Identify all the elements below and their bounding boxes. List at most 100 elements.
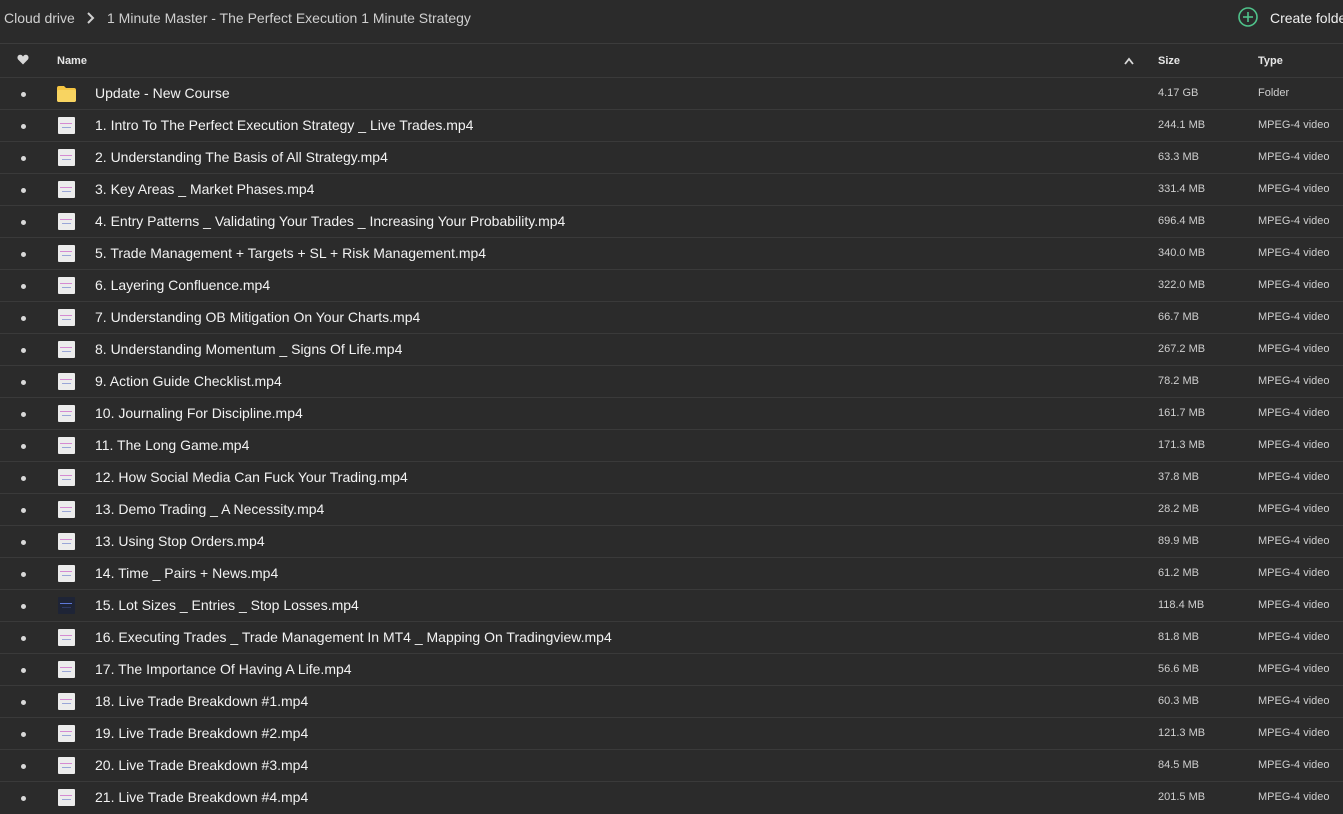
file-type: MPEG-4 video	[1258, 759, 1330, 771]
file-type: MPEG-4 video	[1258, 215, 1330, 227]
file-type: MPEG-4 video	[1258, 247, 1330, 259]
plus-circle-icon	[1238, 7, 1258, 27]
breadcrumb-root[interactable]: Cloud drive	[4, 10, 75, 26]
video-thumbnail-icon	[58, 149, 75, 166]
video-thumbnail-icon	[58, 341, 75, 358]
file-name[interactable]: 8. Understanding Momentum _ Signs Of Lif…	[95, 341, 402, 357]
row-marker-icon	[21, 412, 26, 417]
row-marker-icon	[21, 348, 26, 353]
file-name[interactable]: 20. Live Trade Breakdown #3.mp4	[95, 757, 308, 773]
file-name[interactable]: Update - New Course	[95, 85, 230, 101]
row-marker-icon	[21, 220, 26, 225]
table-row[interactable]: 13. Using Stop Orders.mp4 89.9 MB MPEG-4 v…	[0, 525, 1343, 558]
table-row[interactable]: 16. Executing Trades _ Trade Management …	[0, 621, 1343, 654]
video-thumbnail-icon	[58, 469, 75, 486]
table-row[interactable]: 5. Trade Management + Targets + SL + Ris…	[0, 237, 1343, 270]
table-row[interactable]: 12. How Social Media Can Fuck Your Tradi…	[0, 461, 1343, 494]
sort-ascending-icon[interactable]	[1124, 57, 1134, 65]
table-row[interactable]: 15. Lot Sizes _ Entries _ Stop Losses.mp…	[0, 589, 1343, 622]
file-name[interactable]: 12. How Social Media Can Fuck Your Tradi…	[95, 469, 408, 485]
file-name[interactable]: 17. The Importance Of Having A Life.mp4	[95, 661, 352, 677]
table-row[interactable]: 8. Understanding Momentum _ Signs Of Lif…	[0, 333, 1343, 366]
table-row[interactable]: 7. Understanding OB Mitigation On Your C…	[0, 301, 1343, 334]
file-type: MPEG-4 video	[1258, 119, 1330, 131]
video-thumbnail-icon	[58, 725, 75, 742]
column-header-name[interactable]: Name	[57, 55, 87, 67]
video-thumbnail-icon	[58, 565, 75, 582]
breadcrumb-current[interactable]: 1 Minute Master - The Perfect Execution …	[107, 10, 471, 26]
file-type: MPEG-4 video	[1258, 663, 1330, 675]
file-name[interactable]: 11. The Long Game.mp4	[95, 437, 249, 453]
video-thumbnail-icon	[58, 789, 75, 806]
table-row[interactable]: 1. Intro To The Perfect Execution Strate…	[0, 109, 1343, 142]
column-header-size[interactable]: Size	[1158, 55, 1180, 67]
file-type: MPEG-4 video	[1258, 343, 1330, 355]
file-name[interactable]: 2. Understanding The Basis of All Strate…	[95, 149, 388, 165]
row-marker-icon	[21, 156, 26, 161]
row-marker-icon	[21, 92, 26, 97]
file-size: 84.5 MB	[1158, 759, 1199, 771]
top-bar: Cloud drive 1 Minute Master - The Perfec…	[0, 0, 1343, 36]
file-name[interactable]: 18. Live Trade Breakdown #1.mp4	[95, 693, 308, 709]
table-row[interactable]: 3. Key Areas _ Market Phases.mp4 331.4 MB…	[0, 173, 1343, 206]
file-type: MPEG-4 video	[1258, 727, 1330, 739]
table-row[interactable]: 21. Live Trade Breakdown #4.mp4 201.5 MB M…	[0, 781, 1343, 814]
file-name[interactable]: 5. Trade Management + Targets + SL + Ris…	[95, 245, 486, 261]
file-name[interactable]: 21. Live Trade Breakdown #4.mp4	[95, 789, 308, 805]
row-marker-icon	[21, 476, 26, 481]
file-name[interactable]: 4. Entry Patterns _ Validating Your Trad…	[95, 213, 565, 229]
file-name[interactable]: 9. Action Guide Checklist.mp4	[95, 373, 282, 389]
row-marker-icon	[21, 540, 26, 545]
column-header-type[interactable]: Type	[1258, 55, 1283, 67]
file-name[interactable]: 14. Time _ Pairs + News.mp4	[95, 565, 278, 581]
file-size: 37.8 MB	[1158, 471, 1199, 483]
row-marker-icon	[21, 316, 26, 321]
file-name[interactable]: 13. Using Stop Orders.mp4	[95, 533, 265, 549]
video-thumbnail-icon	[58, 181, 75, 198]
table-row[interactable]: 11. The Long Game.mp4 171.3 MB MPEG-4 vide…	[0, 429, 1343, 462]
row-marker-icon	[21, 796, 26, 801]
file-name[interactable]: 19. Live Trade Breakdown #2.mp4	[95, 725, 308, 741]
file-name[interactable]: 13. Demo Trading _ A Necessity.mp4	[95, 501, 324, 517]
table-row[interactable]: 9. Action Guide Checklist.mp4 78.2 MB MPEG…	[0, 365, 1343, 398]
video-thumbnail-icon	[58, 757, 75, 774]
file-size: 696.4 MB	[1158, 215, 1206, 227]
file-name[interactable]: 3. Key Areas _ Market Phases.mp4	[95, 181, 314, 197]
heart-icon[interactable]	[17, 54, 29, 65]
table-row[interactable]: 2. Understanding The Basis of All Strate…	[0, 141, 1343, 174]
file-size: 63.3 MB	[1158, 151, 1199, 163]
file-size: 61.2 MB	[1158, 567, 1199, 579]
file-name[interactable]: 7. Understanding OB Mitigation On Your C…	[95, 309, 420, 325]
video-thumbnail-icon	[58, 693, 75, 710]
table-row[interactable]: 6. Layering Confluence.mp4 322.0 MB MPEG-4…	[0, 269, 1343, 302]
row-marker-icon	[21, 668, 26, 673]
video-thumbnail-icon	[58, 661, 75, 678]
table-row[interactable]: 19. Live Trade Breakdown #2.mp4 121.3 MB M…	[0, 717, 1343, 750]
table-row[interactable]: 20. Live Trade Breakdown #3.mp4 84.5 MB MP…	[0, 749, 1343, 782]
file-name[interactable]: 15. Lot Sizes _ Entries _ Stop Losses.mp…	[95, 597, 359, 613]
file-size: 121.3 MB	[1158, 727, 1206, 739]
file-name[interactable]: 16. Executing Trades _ Trade Management …	[95, 629, 612, 645]
table-row[interactable]: 4. Entry Patterns _ Validating Your Trad…	[0, 205, 1343, 238]
file-type: MPEG-4 video	[1258, 471, 1330, 483]
file-type: MPEG-4 video	[1258, 535, 1330, 547]
table-row[interactable]: 18. Live Trade Breakdown #1.mp4 60.3 MB MP…	[0, 685, 1343, 718]
create-folder-label: Create folder	[1270, 10, 1343, 26]
row-marker-icon	[21, 188, 26, 193]
row-marker-icon	[21, 604, 26, 609]
file-name[interactable]: 1. Intro To The Perfect Execution Strate…	[95, 117, 473, 133]
table-row[interactable]: 13. Demo Trading _ A Necessity.mp4 28.2 M…	[0, 493, 1343, 526]
file-type: MPEG-4 video	[1258, 599, 1330, 611]
file-size: 66.7 MB	[1158, 311, 1199, 323]
file-size: 118.4 MB	[1158, 599, 1205, 611]
file-type: MPEG-4 video	[1258, 151, 1330, 163]
video-thumbnail-icon	[58, 309, 75, 326]
file-name[interactable]: 10. Journaling For Discipline.mp4	[95, 405, 303, 421]
table-row[interactable]: 17. The Importance Of Having A Life.mp4 5…	[0, 653, 1343, 686]
video-thumbnail-icon	[58, 405, 75, 422]
table-row[interactable]: 10. Journaling For Discipline.mp4 161.7 M…	[0, 397, 1343, 430]
file-type: MPEG-4 video	[1258, 375, 1330, 387]
file-name[interactable]: 6. Layering Confluence.mp4	[95, 277, 270, 293]
table-row[interactable]: Update - New Course 4.17 GB Folder	[0, 77, 1343, 110]
table-row[interactable]: 14. Time _ Pairs + News.mp4 61.2 MB MPEG-4…	[0, 557, 1343, 590]
